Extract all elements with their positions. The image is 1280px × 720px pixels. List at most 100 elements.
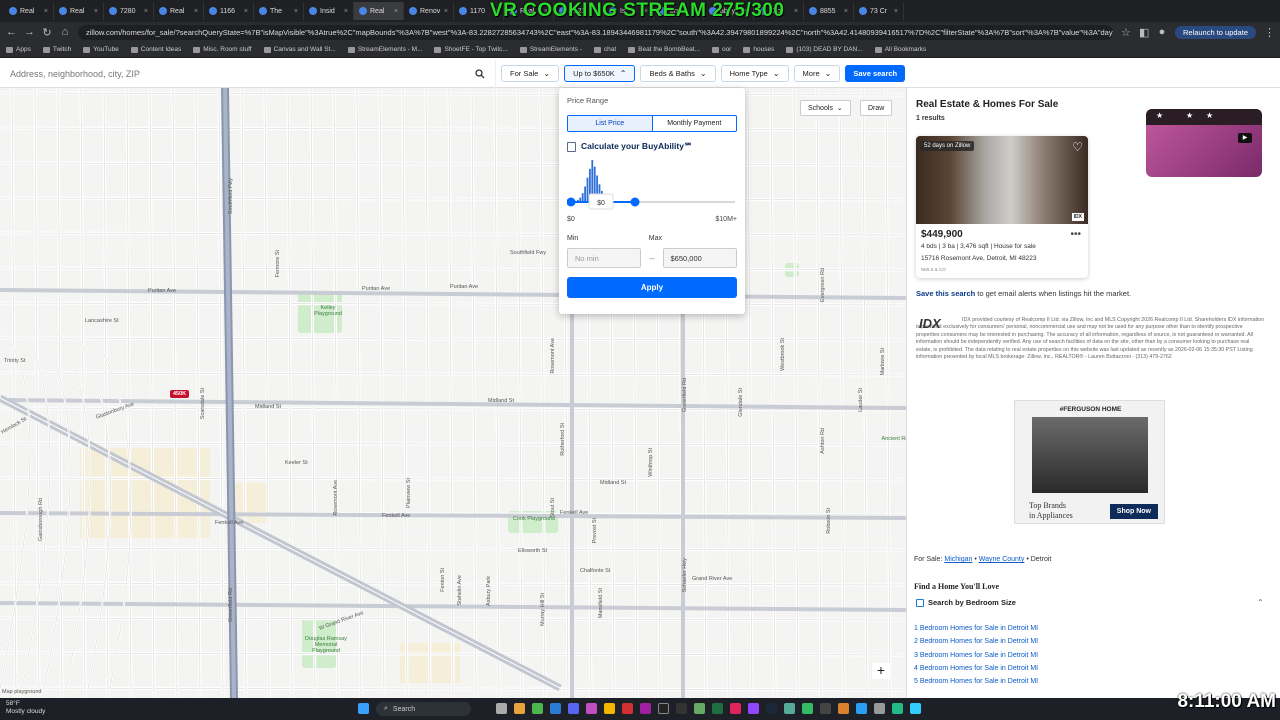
home-icon[interactable]: ⌂ [60, 26, 70, 38]
back-icon[interactable]: ← [6, 26, 17, 38]
bookmark-item[interactable]: Apps [6, 46, 31, 53]
url-field[interactable]: zillow.com/homes/for_sale/?searchQuerySt… [78, 24, 1113, 40]
app-icon[interactable] [784, 703, 795, 714]
app-icon[interactable] [802, 703, 813, 714]
discord-icon[interactable] [568, 703, 579, 714]
bookmark-item[interactable]: Beat the BombBeat... [628, 46, 700, 53]
taskbar-search[interactable]: ⌕ Search [376, 702, 471, 716]
price-filter[interactable]: Up to $650K ⌃ [564, 65, 636, 82]
search-icon[interactable] [475, 68, 485, 79]
bookmark-item[interactable]: Canvas and Wall St... [263, 46, 336, 53]
price-histogram-slider[interactable]: $0 [566, 156, 737, 216]
min-price-input[interactable]: No min [567, 248, 642, 268]
twitch-icon[interactable] [748, 703, 759, 714]
app-icon[interactable] [712, 703, 723, 714]
save-search-button[interactable]: Save search [845, 65, 906, 82]
app-icon[interactable] [874, 703, 885, 714]
app-icon[interactable] [838, 703, 849, 714]
browser-tab[interactable]: 1166 × [204, 2, 254, 20]
location-search-input[interactable]: Address, neighborhood, city, ZIP [0, 59, 496, 88]
app-icon[interactable] [658, 703, 669, 714]
app-icon[interactable] [892, 703, 903, 714]
bedroom-link[interactable]: 5 Bedroom Homes for Sale in Detroit MI [914, 675, 1038, 688]
browser-tab[interactable]: 7280 × [104, 2, 154, 20]
close-icon[interactable]: × [394, 8, 398, 15]
close-icon[interactable]: × [144, 8, 148, 15]
save-search-link[interactable]: Save this search [916, 289, 975, 298]
app-icon[interactable] [676, 703, 687, 714]
app-icon[interactable] [820, 703, 831, 714]
relaunch-button[interactable]: Relaunch to update [1174, 25, 1256, 39]
browser-tab[interactable]: Renov × [404, 2, 454, 20]
beds-baths-filter[interactable]: Beds & Baths ⌄ [640, 65, 716, 82]
slider-max-handle[interactable] [630, 197, 640, 207]
bedroom-link[interactable]: 2 Bedroom Homes for Sale in Detroit MI [914, 635, 1038, 648]
app-icon[interactable] [694, 703, 705, 714]
bookmark-item[interactable]: StreamElements - M... [347, 46, 422, 53]
close-icon[interactable]: × [244, 8, 248, 15]
shop-now-button[interactable]: Shop Now [1109, 504, 1158, 519]
listing-photo[interactable]: 52 days on Zillow ♡ IDX [916, 136, 1088, 224]
bookmark-item[interactable]: ShoetFE - Top Twitc... [434, 46, 508, 53]
browser-tab[interactable]: 73 Cr × [854, 2, 904, 20]
bookmark-item[interactable]: YouTube [83, 46, 119, 53]
breadcrumb-state[interactable]: Michigan [944, 556, 972, 563]
chevron-up-icon[interactable]: ⌃ [1257, 598, 1264, 607]
bookmark-item[interactable]: (103) DEAD BY DAN... [786, 46, 863, 53]
bedroom-link[interactable]: 4 Bedroom Homes for Sale in Detroit MI [914, 662, 1038, 675]
browser-tab[interactable]: Real × [354, 2, 404, 20]
heart-icon[interactable]: ♡ [1072, 140, 1083, 154]
app-icon[interactable] [910, 703, 921, 714]
for-sale-filter[interactable]: For Sale ⌄ [501, 65, 560, 82]
weather-widget[interactable]: 58°F Mostly cloudy [6, 700, 45, 716]
app-icon[interactable] [730, 703, 741, 714]
bookmark-item[interactable]: chat [593, 46, 616, 53]
close-icon[interactable]: × [94, 8, 98, 15]
browser-tab[interactable]: Real × [154, 2, 204, 20]
bookmark-item[interactable]: houses [743, 46, 774, 53]
close-icon[interactable]: × [894, 8, 898, 15]
schools-toggle[interactable]: Schools ⌄ [800, 100, 851, 116]
zoom-in-button[interactable]: + [872, 663, 890, 679]
breadcrumb-county[interactable]: Wayne County [979, 556, 1025, 563]
browser-tab[interactable]: The × [254, 2, 304, 20]
list-price-tab[interactable]: List Price [568, 116, 653, 131]
profile-icon[interactable]: ● [1157, 26, 1167, 38]
file-explorer-icon[interactable] [514, 703, 525, 714]
app-icon[interactable] [586, 703, 597, 714]
max-price-input[interactable]: $650,000 [662, 248, 737, 268]
reload-icon[interactable]: ↻ [42, 26, 52, 39]
forward-icon[interactable]: → [24, 26, 35, 38]
listing-card[interactable]: 52 days on Zillow ♡ IDX $449,900 ••• 4 b… [916, 136, 1088, 278]
listing-map-pin[interactable]: 450K [170, 390, 190, 398]
bookmark-item[interactable]: All Bookmarks [874, 46, 926, 53]
close-icon[interactable]: × [844, 8, 848, 15]
close-icon[interactable]: × [344, 8, 348, 15]
app-icon[interactable] [856, 703, 867, 714]
app-icon[interactable] [640, 703, 651, 714]
more-options-icon[interactable]: ••• [1070, 229, 1081, 240]
task-view-icon[interactable] [496, 703, 507, 714]
bedroom-link[interactable]: 3 Bedroom Homes for Sale in Detroit MI [914, 649, 1038, 662]
bookmark-item[interactable]: Misc. Room stuff [193, 46, 252, 53]
browser-tab[interactable]: Real × [4, 2, 54, 20]
close-icon[interactable]: × [794, 8, 798, 15]
steam-icon[interactable] [766, 703, 777, 714]
bedroom-size-section[interactable]: Search by Bedroom Size [916, 598, 1016, 607]
map[interactable]: Puritan Ave Puritan Ave Puritan Ave Midland… [0, 88, 906, 698]
app-icon[interactable] [622, 703, 633, 714]
bookmark-item[interactable]: Content Ideas [130, 46, 181, 53]
chrome-icon[interactable] [532, 703, 543, 714]
start-icon[interactable] [358, 703, 369, 714]
bookmark-item[interactable]: oor [711, 46, 731, 53]
slider-min-handle[interactable] [566, 197, 576, 207]
star-icon[interactable]: ☆ [1121, 26, 1131, 39]
app-icon[interactable] [604, 703, 615, 714]
menu-icon[interactable]: ⋮ [1264, 26, 1275, 39]
more-filter[interactable]: More ⌄ [793, 65, 841, 82]
close-icon[interactable]: × [194, 8, 198, 15]
extensions-icon[interactable]: ◧ [1139, 26, 1149, 39]
promo-video-thumbnail[interactable]: ★ ★ ★ ▶ [1146, 109, 1262, 177]
browser-tab[interactable]: 8855 × [804, 2, 854, 20]
monthly-payment-tab[interactable]: Monthly Payment [653, 116, 737, 131]
